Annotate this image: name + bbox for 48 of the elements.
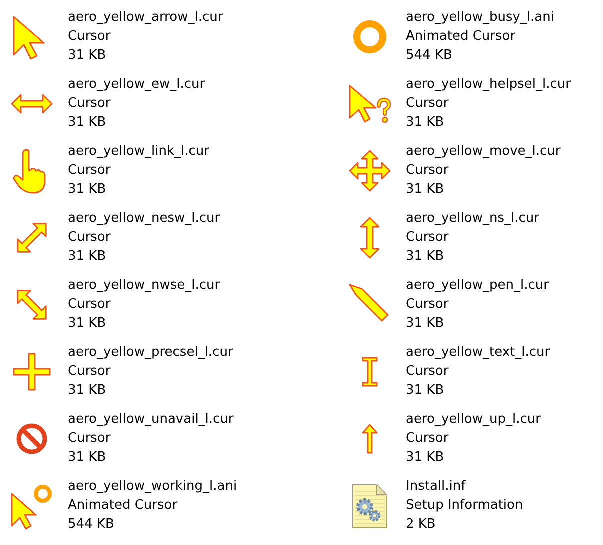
file-size: 31 KB [406, 315, 444, 333]
file-name: aero_yellow_arrow_l.cur [68, 9, 224, 27]
file-size: 31 KB [68, 315, 106, 333]
file-type: Cursor [406, 162, 449, 180]
file-type: Cursor [68, 430, 111, 448]
file-type: Cursor [406, 95, 449, 113]
file-size: 31 KB [406, 449, 444, 467]
file-name: aero_yellow_ns_l.cur [406, 210, 540, 228]
file-size: 31 KB [68, 47, 106, 65]
file-name: aero_yellow_ew_l.cur [68, 76, 206, 94]
file-size: 31 KB [406, 114, 444, 132]
file-size: 31 KB [406, 248, 444, 266]
file-type: Cursor [68, 296, 111, 314]
file-name: aero_yellow_busy_l.ani [406, 9, 554, 27]
file-size: 31 KB [68, 449, 106, 467]
file-type: Cursor [406, 296, 449, 314]
file-type: Setup Information [406, 497, 524, 515]
file-name: Install.inf [406, 478, 466, 496]
file-name: aero_yellow_link_l.cur [68, 143, 210, 161]
file-size: 31 KB [68, 114, 106, 132]
file-type: Cursor [68, 229, 111, 247]
file-type: Cursor [406, 229, 449, 247]
file-name: aero_yellow_precsel_l.cur [68, 344, 234, 362]
file-size: 31 KB [68, 181, 106, 199]
file-size: 31 KB [68, 248, 106, 266]
file-size: 31 KB [406, 382, 444, 400]
file-name: aero_yellow_move_l.cur [406, 143, 561, 161]
file-type: Cursor [68, 95, 111, 113]
file-type: Cursor [68, 162, 111, 180]
file-name: aero_yellow_unavail_l.cur [68, 411, 234, 429]
file-size: 31 KB [406, 181, 444, 199]
file-name: aero_yellow_working_l.ani [68, 478, 238, 496]
file-name: aero_yellow_text_l.cur [406, 344, 550, 362]
file-size: 544 KB [406, 47, 452, 65]
file-type: Animated Cursor [68, 497, 178, 515]
file-name: aero_yellow_nesw_l.cur [68, 210, 220, 228]
file-name: aero_yellow_pen_l.cur [406, 277, 549, 295]
file-size: 2 KB [406, 516, 436, 534]
file-type: Cursor [68, 363, 111, 381]
file-name: aero_yellow_nwse_l.cur [68, 277, 220, 295]
file-type: Cursor [406, 430, 449, 448]
file-type: Animated Cursor [406, 28, 516, 46]
file-size: 544 KB [68, 516, 114, 534]
file-name: aero_yellow_helpsel_l.cur [406, 76, 571, 94]
file-name: aero_yellow_up_l.cur [406, 411, 541, 429]
file-type: Cursor [68, 28, 111, 46]
file-type: Cursor [406, 363, 449, 381]
file-size: 31 KB [68, 382, 106, 400]
